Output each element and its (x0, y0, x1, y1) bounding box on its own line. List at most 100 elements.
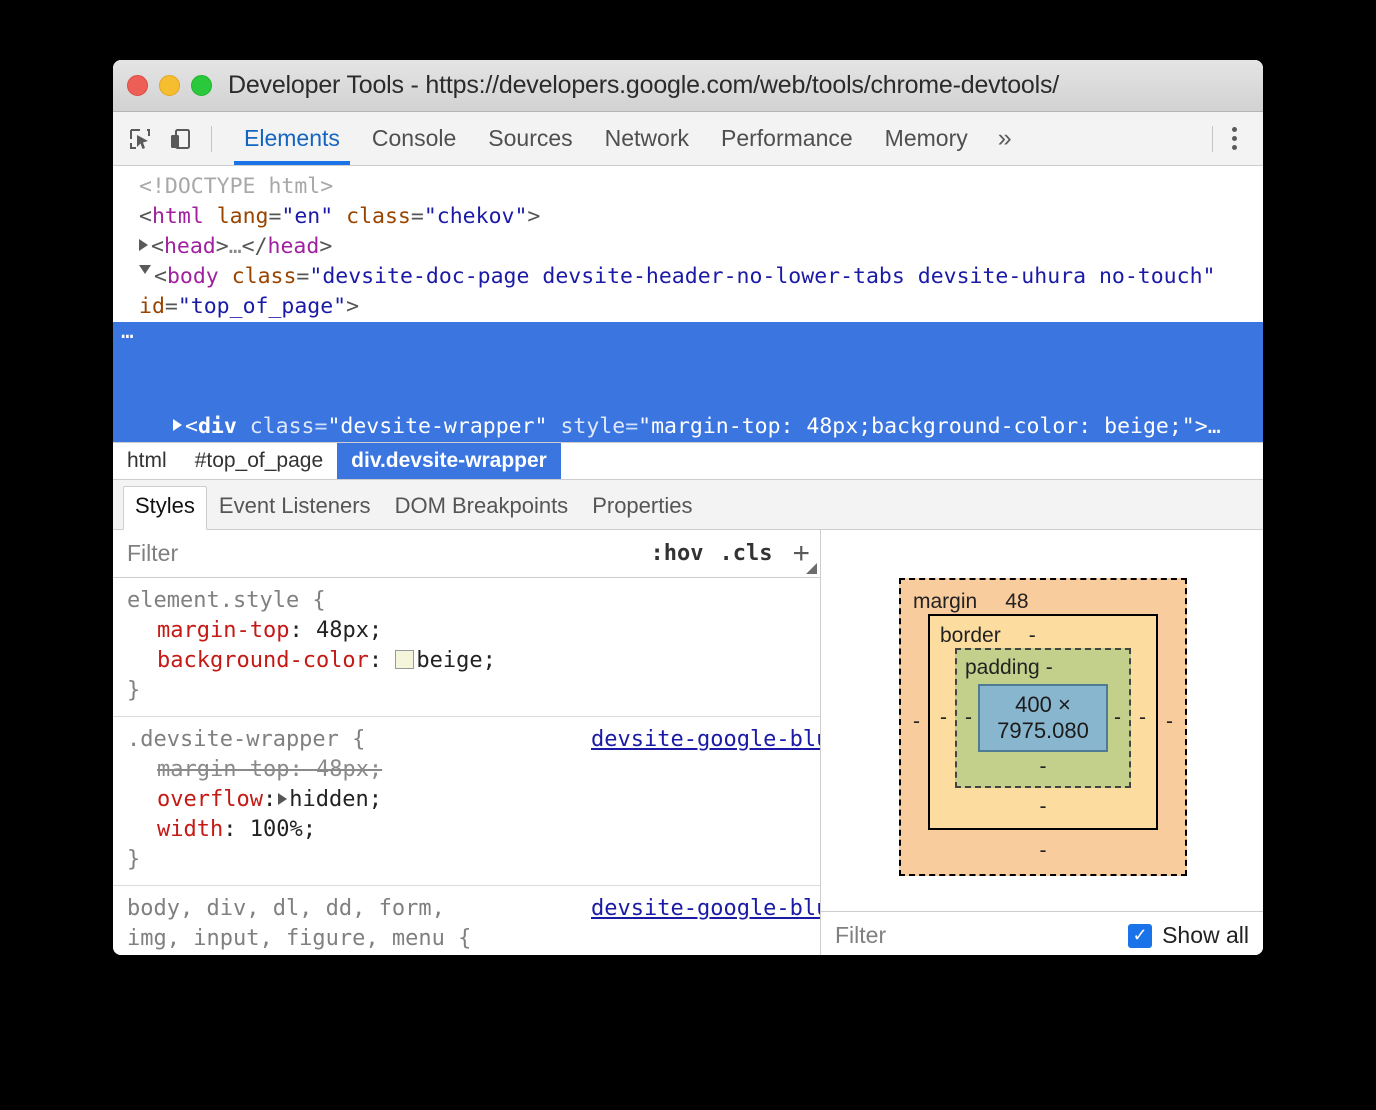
css-rule-element-style: element.style { margin-top: 48px; backgr… (113, 578, 820, 717)
tab-sources[interactable]: Sources (472, 112, 588, 165)
border-side-row: - padding - - 400 × 7975.080 - - - (940, 648, 1146, 788)
device-toolbar-icon[interactable] (165, 124, 195, 154)
hov-toggle-button[interactable]: :hov (651, 541, 704, 566)
resize-handle-icon[interactable] (806, 563, 817, 574)
dom-line-body-id[interactable]: id="top_of_page"> (113, 292, 1263, 322)
margin-side-row: - border - - padding - - 400 × 7975.080 … (913, 614, 1173, 830)
padding-right-value[interactable]: - (1114, 706, 1121, 730)
tab-event-listeners[interactable]: Event Listeners (207, 487, 383, 529)
box-model-diagram: margin 48 - border - - padding - - 400 ×… (899, 578, 1187, 876)
content-box-size[interactable]: 400 × 7975.080 (978, 684, 1108, 752)
tab-properties[interactable]: Properties (580, 487, 704, 529)
css-declaration[interactable]: overflow: hidden; (113, 785, 820, 815)
show-all-label: Show all (1162, 922, 1249, 948)
toolbar-divider-right (1212, 125, 1213, 152)
collapse-body-triangle-icon[interactable] (139, 265, 151, 280)
tab-dom-breakpoints[interactable]: DOM Breakpoints (383, 487, 581, 529)
window-titlebar: Developer Tools - https://developers.goo… (113, 60, 1263, 112)
padding-side-row: - 400 × 7975.080 - (965, 680, 1121, 756)
css-declaration[interactable]: width: 100%; (113, 815, 820, 845)
tab-elements[interactable]: Elements (228, 112, 356, 165)
css-rule-close: } (127, 847, 141, 872)
computed-filter-bar: Filter ✓ Show all (821, 911, 1263, 955)
color-swatch-icon[interactable] (395, 650, 415, 669)
padding-bottom-value[interactable]: - (965, 756, 1121, 778)
padding-left-value[interactable]: - (965, 706, 972, 730)
margin-right-value[interactable]: - (1166, 710, 1173, 734)
devtools-toolbar: Elements Console Sources Network Perform… (113, 112, 1263, 166)
inspect-element-icon[interactable] (125, 124, 155, 154)
dom-line-body-open[interactable]: <body class="devsite-doc-page devsite-he… (113, 262, 1263, 292)
dom-line-selected-div[interactable]: ⋯ <div class="devsite-wrapper" style="ma… (113, 322, 1263, 442)
expand-head-triangle-icon[interactable] (139, 239, 148, 251)
show-all-group: ✓ Show all (1128, 922, 1249, 949)
dom-line-doctype: <!DOCTYPE html> (139, 174, 334, 199)
more-tabs-chevron-icon[interactable]: » (984, 112, 1026, 165)
padding-top-value[interactable]: - (1046, 656, 1053, 680)
styles-sidebar-tabs: Styles Event Listeners DOM Breakpoints P… (113, 480, 1263, 530)
breadcrumb-item-top-of-page[interactable]: #top_of_page (181, 443, 337, 479)
border-header: border - (940, 624, 1146, 648)
dom-line-html[interactable]: <html lang="en" class="chekov"> (113, 202, 1263, 232)
border-top-value[interactable]: - (1029, 624, 1036, 648)
styles-pane: Filter :hov .cls + element.style { margi… (113, 530, 821, 955)
node-badge-dots-icon[interactable]: ⋯ (121, 322, 136, 352)
css-rule-close: } (127, 678, 141, 703)
dom-tree[interactable]: <!DOCTYPE html> <html lang="en" class="c… (113, 166, 1263, 442)
panel-tabs: Elements Console Sources Network Perform… (228, 112, 1026, 165)
padding-label: padding (965, 656, 1040, 679)
css-source-link[interactable]: devsite-google-blue.css:1 (591, 725, 820, 755)
tab-memory[interactable]: Memory (869, 112, 984, 165)
traffic-lights (127, 75, 212, 96)
tab-styles[interactable]: Styles (123, 486, 207, 530)
styles-filter-input[interactable]: Filter (127, 540, 178, 567)
css-source-link[interactable]: devsite-google-blue.css:1 (591, 894, 820, 924)
breadcrumb-item-html[interactable]: html (113, 443, 181, 479)
margin-header: margin 48 (913, 590, 1173, 614)
styles-filter-actions: :hov .cls + (651, 538, 811, 569)
css-rule-devsite-wrapper: .devsite-wrapper {devsite-google-blue.cs… (113, 717, 820, 886)
border-left-value[interactable]: - (940, 706, 947, 730)
devtools-window: Developer Tools - https://developers.goo… (113, 60, 1263, 955)
border-bottom-value[interactable]: - (940, 796, 1146, 818)
expand-div-triangle-icon[interactable] (173, 419, 182, 431)
lower-split: Filter :hov .cls + element.style { margi… (113, 530, 1263, 955)
dom-line-head[interactable]: <head>…</head> (113, 232, 1263, 262)
selected-node-open-tag: <div class="devsite-wrapper" style="marg… (113, 412, 1263, 442)
css-declaration[interactable]: background-color: beige; (113, 646, 820, 676)
css-selector[interactable]: body, div, dl, dd, form, devsite-google-b… (113, 894, 820, 924)
padding-box: padding - - 400 × 7975.080 - - (955, 648, 1131, 788)
tab-network[interactable]: Network (589, 112, 705, 165)
toolbar-right-group (1206, 124, 1263, 154)
styles-filter-bar: Filter :hov .cls + (113, 530, 820, 578)
margin-label: margin (913, 590, 978, 613)
breadcrumb-item-devsite-wrapper[interactable]: div.devsite-wrapper (337, 443, 561, 479)
border-right-value[interactable]: - (1139, 706, 1146, 730)
margin-top-value[interactable]: 48 (1005, 590, 1028, 614)
border-box: border - - padding - - 400 × 7975.080 - … (928, 614, 1158, 830)
cls-toggle-button[interactable]: .cls (719, 541, 772, 566)
margin-left-value[interactable]: - (913, 710, 920, 734)
toolbar-icon-group (113, 124, 228, 154)
css-selector[interactable]: element.style { (113, 586, 820, 616)
padding-header: padding - (965, 656, 1121, 680)
css-selector[interactable]: .devsite-wrapper {devsite-google-blue.cs… (113, 725, 820, 755)
css-selector-line2[interactable]: img, input, figure, menu { (113, 924, 820, 954)
kebab-menu-icon[interactable] (1219, 124, 1249, 154)
margin-bottom-value[interactable]: - (913, 840, 1173, 862)
css-declaration[interactable]: margin-top: 48px; (113, 616, 820, 646)
border-label: border (940, 624, 1001, 647)
tab-performance[interactable]: Performance (705, 112, 869, 165)
close-window-button[interactable] (127, 75, 148, 96)
css-declaration-overridden[interactable]: margin-top: 48px; (113, 755, 820, 785)
toolbar-divider (211, 125, 212, 152)
tab-console[interactable]: Console (356, 112, 472, 165)
zoom-window-button[interactable] (191, 75, 212, 96)
minimize-window-button[interactable] (159, 75, 180, 96)
metrics-pane: margin 48 - border - - padding - - 400 ×… (821, 530, 1263, 955)
expand-shorthand-triangle-icon[interactable] (278, 793, 288, 805)
css-declaration[interactable]: margin:0; (113, 954, 820, 955)
css-rule-reset: body, div, dl, dd, form, devsite-google-b… (113, 886, 820, 955)
show-all-checkbox[interactable]: ✓ (1128, 923, 1153, 948)
computed-filter-input[interactable]: Filter (835, 922, 886, 949)
